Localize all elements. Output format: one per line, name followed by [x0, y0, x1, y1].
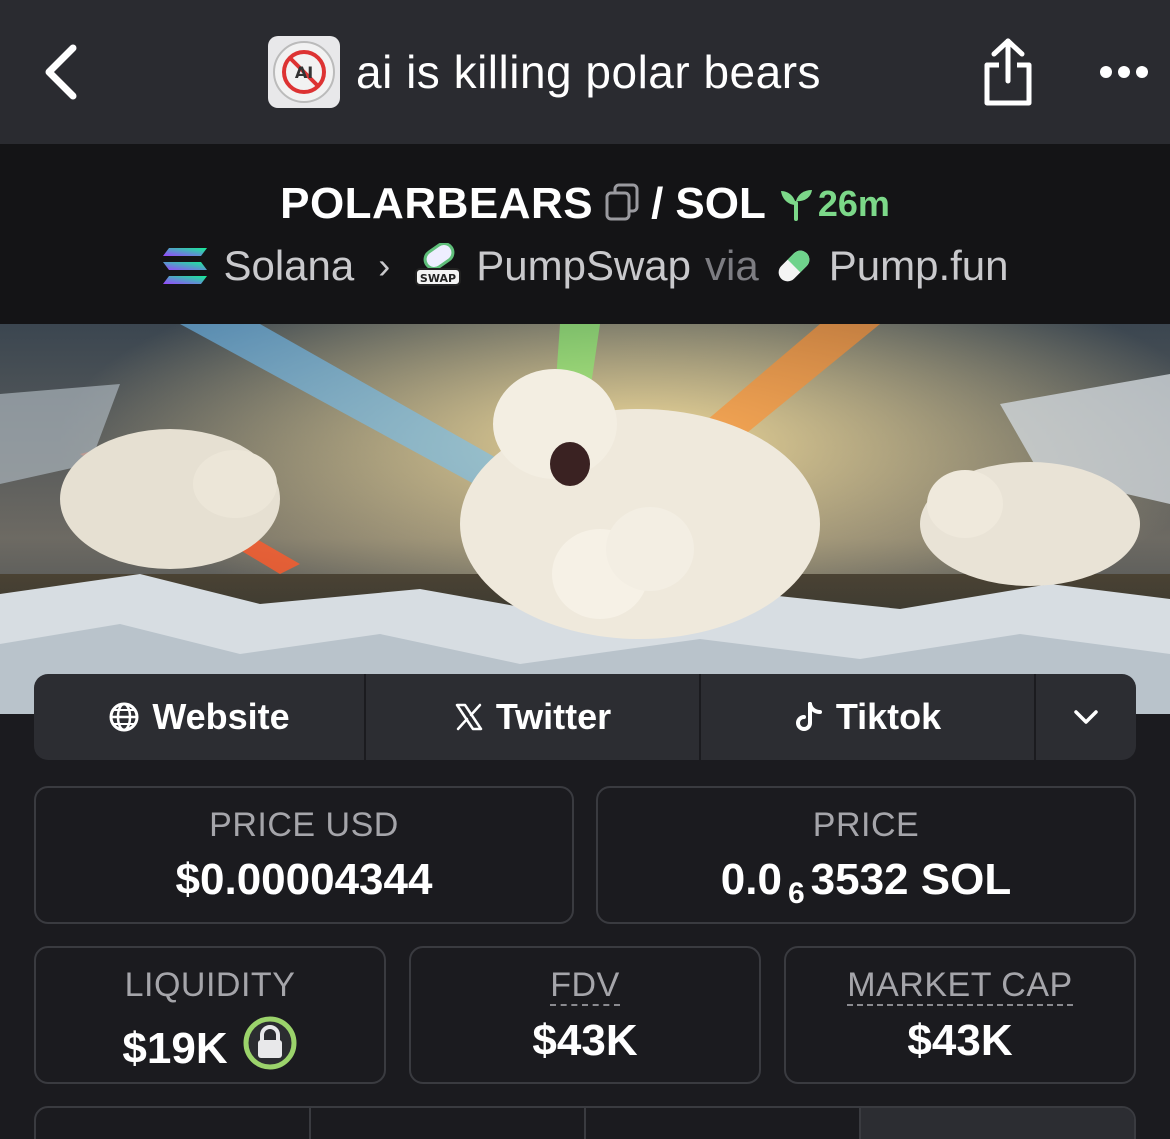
quote-token: SOL: [675, 179, 766, 228]
launchpad-name[interactable]: Pump.fun: [829, 242, 1009, 290]
token-title: AI ai is killing polar bears: [268, 36, 821, 108]
svg-text:SWAP: SWAP: [420, 272, 456, 285]
liquidity-value: $19K: [122, 1023, 228, 1073]
share-button[interactable]: [978, 34, 1038, 110]
x-icon: [455, 703, 483, 731]
via-label: via: [705, 242, 759, 289]
token-banner-image: [0, 324, 1170, 714]
dex-name[interactable]: PumpSwap: [476, 242, 691, 290]
liquidity-row: $19K: [36, 1015, 384, 1082]
website-label: Website: [152, 696, 290, 737]
pair-age: 26m: [778, 183, 890, 225]
more-icon: [1100, 66, 1148, 78]
svg-text:AI: AI: [295, 63, 313, 82]
lock-icon: [243, 1016, 297, 1070]
tiktok-label: Tiktok: [835, 696, 942, 737]
price-native-prefix: 0.0: [720, 855, 782, 904]
price-usd-card: PRICE USD $0.00004344: [34, 786, 574, 924]
fdv-label[interactable]: FDV: [550, 967, 620, 1006]
price-native-value: 0.0 6 3532 SOL: [598, 855, 1134, 910]
solana-icon: [163, 248, 208, 284]
globe-icon: [109, 702, 139, 732]
breadcrumb-chevron-icon: ›: [378, 245, 391, 286]
back-icon: [45, 44, 77, 100]
market-cap-label[interactable]: MARKET CAP: [847, 967, 1073, 1006]
twitter-label: Twitter: [495, 696, 612, 737]
more-links-button[interactable]: [1036, 674, 1136, 760]
token-avatar: AI: [268, 36, 340, 108]
social-links-bar: Website Twitter Tiktok: [34, 674, 1136, 760]
top-bar: AI ai is killing polar bears: [0, 0, 1170, 144]
liquidity-card: LIQUIDITY $19K: [34, 946, 386, 1084]
price-native-card: PRICE 0.0 6 3532 SOL: [596, 786, 1136, 924]
liquidity-lock-button[interactable]: [242, 1015, 298, 1082]
price-native-zero-count: 6: [787, 877, 805, 910]
liquidity-label: LIQUIDITY: [124, 966, 296, 1004]
price-native-digits: 3532 SOL: [810, 855, 1012, 904]
base-token: POLARBEARS: [280, 179, 594, 228]
pumpswap-icon: SWAP: [415, 243, 462, 286]
timeframe-tab[interactable]: [586, 1108, 861, 1139]
sprout-icon: [780, 190, 812, 221]
pair-separator: /: [651, 179, 664, 228]
chain-breadcrumb: Solana › SWAP PumpSwap via Pump.fun: [0, 238, 1170, 294]
tiktok-icon: [795, 702, 822, 731]
share-icon: [984, 38, 1032, 106]
timeframe-tab[interactable]: [36, 1108, 311, 1139]
price-usd-label: PRICE USD: [209, 806, 399, 844]
copy-button[interactable]: [605, 183, 639, 226]
timeframe-tabs: [34, 1106, 1136, 1139]
page-title: ai is killing polar bears: [356, 46, 822, 98]
pair-age-text: 26m: [817, 183, 890, 224]
tiktok-link[interactable]: Tiktok: [701, 674, 1036, 760]
more-button[interactable]: [1094, 50, 1154, 94]
pair-title-row: POLARBEARS / SOL 26m: [0, 174, 1170, 234]
price-native-label: PRICE: [812, 806, 920, 844]
fdv-card: FDV $43K: [409, 946, 761, 1084]
chevron-down-icon: [1074, 710, 1098, 724]
pill-icon: [778, 250, 810, 282]
price-usd-value: $0.00004344: [175, 855, 433, 904]
timeframe-tab-selected[interactable]: [861, 1108, 1134, 1139]
timeframe-tab[interactable]: [311, 1108, 586, 1139]
twitter-link[interactable]: Twitter: [366, 674, 701, 760]
market-cap-card: MARKET CAP $43K: [784, 946, 1136, 1084]
market-cap-value: $43K: [907, 1015, 1013, 1065]
copy-icon: [605, 183, 639, 220]
back-button[interactable]: [36, 40, 86, 104]
website-link[interactable]: Website: [34, 674, 366, 760]
pair-header: POLARBEARS / SOL 26m Solana › SWAP PumpS…: [0, 144, 1170, 324]
chain-name[interactable]: Solana: [223, 242, 354, 290]
fdv-value: $43K: [532, 1015, 638, 1065]
